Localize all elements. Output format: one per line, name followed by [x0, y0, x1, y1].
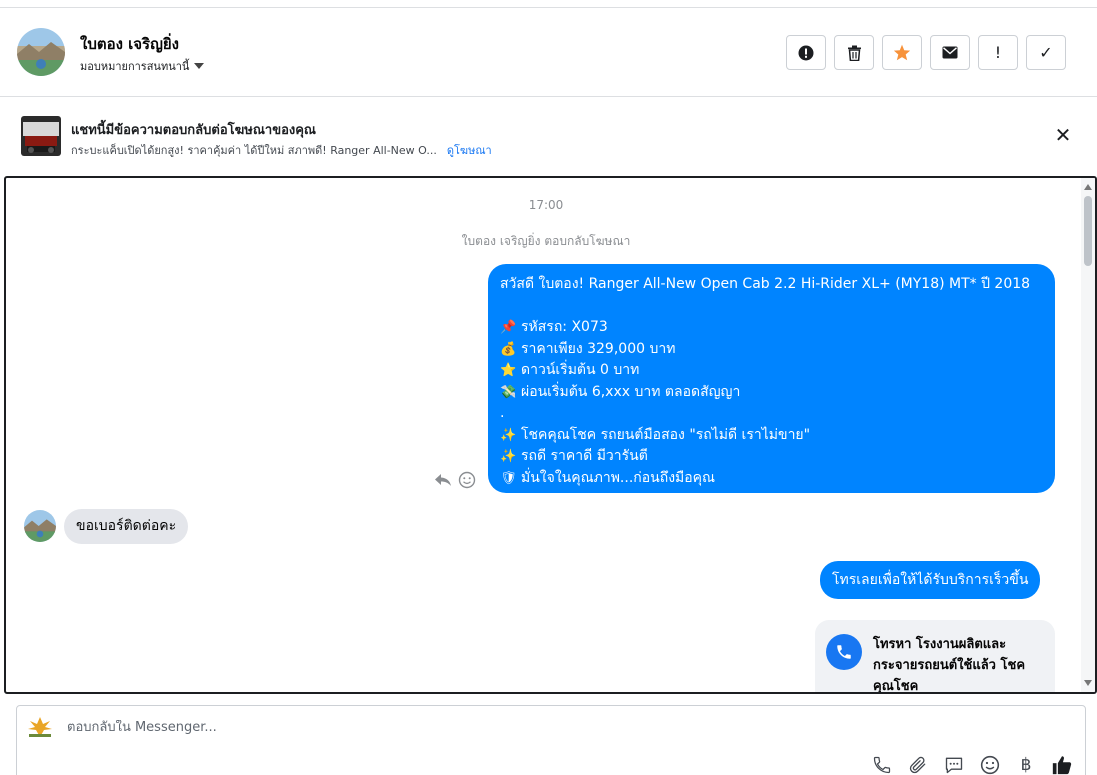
star-icon [893, 44, 911, 61]
message-line: ⭐ ดาวน์เริ่มต้น 0 บาท [500, 360, 1043, 382]
reply-input[interactable] [67, 720, 667, 735]
call-icon-circle [826, 634, 862, 670]
quick-reply-message[interactable]: โทรเลยเพื่อให้ได้รับบริการเร็วขึ้น [820, 561, 1041, 599]
alert-circle-icon [798, 45, 814, 60]
assign-conversation-dropdown[interactable]: มอบหมายการสนทนานี้ [80, 57, 205, 75]
sparkles-icon: ✨ [500, 427, 517, 443]
message-composer: ฿ [16, 705, 1086, 775]
replied-to-ad-notice: ใบตอง เจริญยิ่ง ตอบกลับโฆษณา [461, 234, 631, 248]
ad-reply-title: แชทนี้มีข้อความตอบกลับต่อโฆษณาของคุณ [71, 123, 316, 138]
composer-toolbar: ฿ [871, 754, 1073, 775]
scroll-down-arrow-icon[interactable] [1084, 680, 1092, 686]
shield-icon: 🛡 [500, 470, 517, 486]
caret-down-icon [194, 63, 205, 69]
thread-scrollbar[interactable] [1081, 178, 1095, 692]
message-line: ✨ รถดี ราคาดี มีวารันตี [500, 446, 1043, 468]
call-button-card[interactable]: โทรหา โรงงานผลิตและกระจายรถยนต์ใช้แล้ว โ… [815, 620, 1055, 694]
emoji-icon[interactable] [979, 754, 1001, 775]
customer-message[interactable]: ขอเบอร์ติดต่อคะ [64, 509, 189, 544]
money-wings-icon: 💸 [500, 384, 517, 400]
conversation-header: ใบตอง เจริญยิ่ง มอบหมายการสนทนานี้ ! ✓ [0, 7, 1097, 97]
phone-icon[interactable] [871, 754, 893, 775]
message-line: ✨ โชคคุณโชค รถยนต์มือสอง "รถไม่ดี เราไม่ข… [500, 425, 1043, 447]
done-button[interactable]: ✓ [1026, 35, 1066, 70]
call-card-label: โทรหา โรงงานผลิตและกระจายรถยนต์ใช้แล้ว โ… [873, 637, 1026, 694]
check-icon: ✓ [1039, 43, 1053, 62]
ad-headline: กระบะแค็บเปิดได้ยกสูง! ราคาคุ้มค่า ได้ปี… [71, 144, 437, 157]
envelope-icon [942, 46, 958, 59]
pushpin-icon: 📌 [500, 320, 517, 335]
phone-icon [837, 645, 851, 659]
message-actions [434, 471, 476, 489]
delete-button[interactable] [834, 35, 874, 70]
ad-reply-subtitle-row: กระบะแค็บเปิดได้ยกสูง! ราคาคุ้มค่า ได้ปี… [71, 141, 492, 159]
message-line: 📌 รหัสรถ: X073 [500, 317, 1043, 339]
view-ad-link[interactable]: ดูโฆษณา [447, 141, 492, 159]
contact-name: ใบตอง เจริญยิ่ง [80, 35, 180, 53]
message-line: 💰 ราคาเพียง 329,000 บาท [500, 339, 1043, 361]
report-button[interactable] [786, 35, 826, 70]
message-line: 🛡 มั่นใจในคุณภาพ...ก่อนถึงมือคุณ [500, 468, 1043, 490]
sparkles-icon: ✨ [500, 449, 517, 464]
trash-icon [847, 45, 861, 61]
exclamation-icon: ! [994, 43, 1002, 62]
contact-avatar[interactable] [17, 28, 65, 76]
reply-icon[interactable] [434, 471, 452, 489]
mark-unread-button[interactable] [930, 35, 970, 70]
ad-reply-bar: แชทนี้มีข้อความตอบกลับต่อโฆษณาของคุณ กระ… [0, 97, 1097, 175]
ad-welcome-message[interactable]: สวัสดี ใบตอง! Ranger All-New Open Cab 2.… [488, 264, 1055, 493]
scroll-up-arrow-icon[interactable] [1084, 184, 1092, 190]
emoji-react-icon[interactable] [458, 471, 476, 489]
saved-reply-icon[interactable] [943, 754, 965, 775]
customer-avatar[interactable] [24, 510, 56, 542]
assign-label: มอบหมายการสนทนานี้ [80, 60, 190, 73]
thumbs-up-icon[interactable] [1051, 754, 1073, 775]
star-emoji-icon: ⭐ [500, 363, 517, 378]
message-title: สวัสดี ใบตอง! Ranger All-New Open Cab 2.… [500, 276, 1031, 292]
messenger-conversation: ใบตอง เจริญยิ่ง มอบหมายการสนทนานี้ ! ✓ แ… [0, 0, 1097, 775]
ad-thumbnail [21, 116, 61, 156]
message-thread[interactable]: 17:00 ใบตอง เจริญยิ่ง ตอบกลับโฆษณา สวัสด… [4, 176, 1097, 694]
star-button[interactable] [882, 35, 922, 70]
follow-up-button[interactable]: ! [978, 35, 1018, 70]
message-timestamp: 17:00 [528, 198, 564, 212]
money-bag-icon: 💰 [500, 341, 517, 357]
message-line: . [500, 405, 505, 421]
close-icon[interactable]: ✕ [1053, 125, 1073, 145]
page-logo [26, 715, 54, 739]
header-actions: ! ✓ [786, 35, 1066, 70]
baht-icon[interactable]: ฿ [1015, 754, 1037, 775]
paperclip-icon[interactable] [907, 754, 929, 775]
message-line: 💸 ผ่อนเริ่มต้น 6,xxx บาท ตลอดสัญญา [500, 382, 1043, 404]
